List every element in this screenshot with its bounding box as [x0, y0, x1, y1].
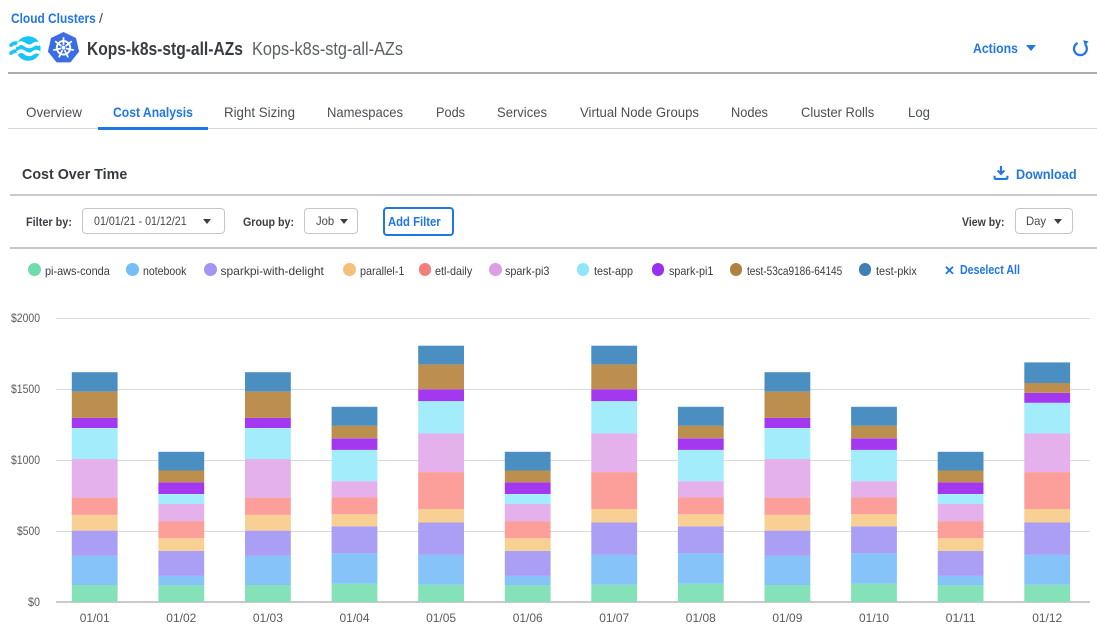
svg-text:01/07: 01/07	[599, 611, 629, 625]
svg-text:01/12: 01/12	[1032, 611, 1062, 625]
svg-text:01/06: 01/06	[513, 611, 543, 625]
svg-text:01/03: 01/03	[253, 611, 283, 625]
svg-text:01/04: 01/04	[340, 611, 370, 625]
svg-text:$500: $500	[17, 524, 40, 538]
svg-text:01/01: 01/01	[80, 611, 110, 625]
svg-text:01/08: 01/08	[686, 611, 716, 625]
svg-text:01/09: 01/09	[772, 611, 802, 625]
svg-text:$1500: $1500	[11, 382, 40, 396]
svg-text:$0: $0	[28, 595, 40, 609]
svg-text:$2000: $2000	[11, 311, 40, 325]
svg-text:01/05: 01/05	[426, 611, 456, 625]
svg-text:01/11: 01/11	[946, 611, 976, 625]
svg-text:01/10: 01/10	[859, 611, 889, 625]
svg-text:01/02: 01/02	[166, 611, 196, 625]
svg-text:$1000: $1000	[11, 453, 40, 467]
